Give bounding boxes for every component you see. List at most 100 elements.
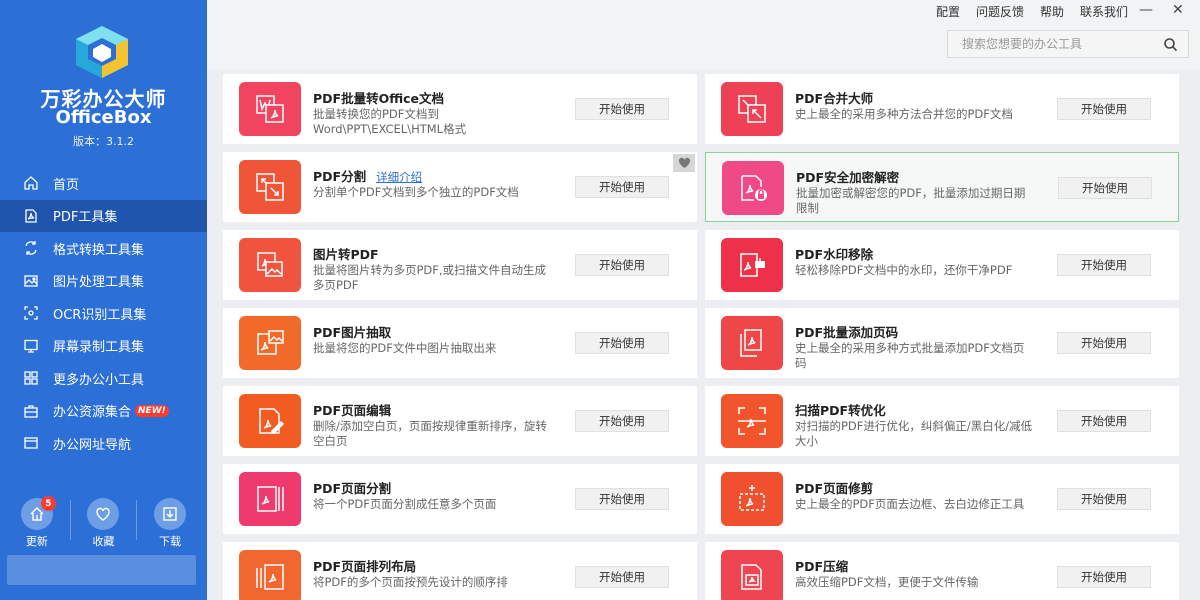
card-title: PDF图片抽取	[313, 325, 392, 340]
top-links: 配置 问题反馈 帮助 联系我们	[936, 3, 1128, 20]
favorite-heart-icon[interactable]	[673, 154, 695, 172]
sidebar-item-label: 首页	[53, 177, 80, 193]
tool-card-image-extract[interactable]: PDF图片抽取 批量将您的PDF文件中图片抽取出来 开始使用	[223, 308, 697, 378]
start-button[interactable]: 开始使用	[575, 254, 669, 276]
browser-icon	[22, 434, 40, 452]
tool-card-pdf-split[interactable]: PDF分割 详细介绍 分割单个PDF文档到多个独立的PDF文档 开始使用	[223, 152, 697, 222]
sidebar-item-screen-record[interactable]: 屏幕录制工具集	[0, 330, 207, 363]
tool-card-pdf-merge[interactable]: PDF合并大师 史上最全的采用多种方法合并您的PDF文档 开始使用	[705, 74, 1179, 144]
sidebar-item-web-nav[interactable]: 办公网址导航	[0, 427, 207, 460]
tool-card-page-edit[interactable]: PDF页面编辑 删除/添加空白页，页面按规律重新排序，旋转空白页 开始使用	[223, 386, 697, 456]
start-button[interactable]: 开始使用	[575, 332, 669, 354]
card-description: 将一个PDF页面分割成任意多个页面	[313, 497, 497, 511]
card-description: 批量加密或解密您的PDF，批量添加过期日期限制	[796, 186, 1026, 215]
favorites-button[interactable]: 收藏	[78, 498, 128, 549]
start-button[interactable]: 开始使用	[575, 410, 669, 432]
tool-label: 收藏	[92, 535, 115, 548]
card-description: 史上最全的采用多种方式批量添加PDF文档页码	[795, 341, 1025, 370]
download-button[interactable]: 下载	[145, 498, 195, 549]
tool-card-image-to-pdf[interactable]: 图片转PDF 批量将图片转为多页PDF,或扫描文件自动生成多页PDF 开始使用	[223, 230, 697, 300]
home-icon	[22, 174, 40, 192]
pdf-lock-icon	[722, 161, 784, 215]
tool-card-pdf-to-office[interactable]: PDF批量转Office文档 批量转换您的PDF文档到Word\PPT\EXCE…	[223, 74, 697, 144]
sidebar-item-more-tools[interactable]: 更多办公小工具	[0, 362, 207, 395]
scan-optimize-icon	[721, 394, 783, 448]
page-number-icon	[721, 316, 783, 370]
start-button[interactable]: 开始使用	[575, 98, 669, 120]
tool-card-page-number[interactable]: PDF批量添加页码 史上最全的采用多种方式批量添加PDF文档页码 开始使用	[705, 308, 1179, 378]
sidebar-nav: 首页 PDF工具集 格式转换工具集 图片处理工具集 OCR识别工具集 屏幕录制工…	[0, 167, 207, 460]
tool-card-watermark-remove[interactable]: PDF水印移除 轻松移除PDF文档中的水印，还你干净PDF 开始使用	[705, 230, 1179, 300]
sidebar-item-format-convert[interactable]: 格式转换工具集	[0, 232, 207, 265]
image-extract-icon	[239, 316, 301, 370]
search-icon[interactable]	[1163, 37, 1178, 56]
tool-card-pdf-compress[interactable]: PDF压缩 高效压缩PDF文档，更便于文件传输 开始使用	[705, 542, 1179, 600]
card-title-text: PDF分割	[313, 169, 367, 184]
monitor-icon	[22, 337, 40, 355]
tool-card-page-crop[interactable]: PDF页面修剪 史上最全的PDF页面去边框、去白边修正工具 开始使用	[705, 464, 1179, 534]
card-description: 批量将您的PDF文件中图片抽取出来	[313, 341, 497, 355]
sidebar-item-label: 办公网址导航	[53, 437, 132, 453]
image-icon	[22, 272, 40, 290]
sidebar-footer-bar[interactable]	[7, 555, 196, 585]
start-button[interactable]: 开始使用	[1057, 332, 1151, 354]
ocr-icon	[22, 304, 40, 322]
sidebar-item-label: OCR识别工具集	[53, 307, 147, 323]
start-button[interactable]: 开始使用	[1057, 254, 1151, 276]
close-button[interactable]: ✕	[1172, 2, 1184, 18]
sidebar-item-pdf-tools[interactable]: PDF工具集	[0, 199, 207, 232]
card-description: 将PDF的多个页面按预先设计的顺序排	[313, 575, 508, 589]
grid-icon	[22, 369, 40, 387]
sidebar-item-home[interactable]: 首页	[0, 167, 207, 200]
search-input[interactable]	[948, 31, 1148, 57]
start-button[interactable]: 开始使用	[575, 176, 669, 198]
new-badge: NEW!	[135, 404, 169, 417]
feedback-link[interactable]: 问题反馈	[976, 3, 1024, 20]
card-title: PDF页面分割	[313, 481, 392, 496]
sidebar-item-label: 屏幕录制工具集	[53, 340, 145, 356]
card-title: PDF分割 详细介绍	[313, 166, 422, 185]
start-button[interactable]: 开始使用	[575, 488, 669, 510]
page-layout-icon	[239, 550, 301, 600]
card-title: PDF页面编辑	[313, 403, 392, 418]
start-button[interactable]: 开始使用	[1057, 488, 1151, 510]
card-description: 删除/添加空白页，页面按规律重新排序，旋转空白页	[313, 419, 547, 448]
card-description: 分割单个PDF文档到多个独立的PDF文档	[313, 185, 519, 199]
sidebar-item-label: 图片处理工具集	[53, 275, 145, 291]
divider	[136, 500, 138, 540]
start-button[interactable]: 开始使用	[575, 566, 669, 588]
sidebar-item-label: PDF工具集	[53, 210, 118, 226]
tool-card-scan-optimize[interactable]: 扫描PDF转优化 对扫描的PDF进行优化，纠斜偏正/黑白化/减低大小 开始使用	[705, 386, 1179, 456]
help-link[interactable]: 帮助	[1040, 3, 1064, 20]
minimize-button[interactable]: —	[1139, 2, 1153, 18]
sidebar-item-ocr-tools[interactable]: OCR识别工具集	[0, 297, 207, 330]
divider	[69, 500, 71, 540]
sidebar-item-label: 办公资源集合	[53, 405, 132, 421]
contact-link[interactable]: 联系我们	[1080, 3, 1128, 20]
start-button[interactable]: 开始使用	[1057, 566, 1151, 588]
start-button[interactable]: 开始使用	[1057, 410, 1151, 432]
card-title: PDF合并大师	[795, 91, 874, 106]
start-button[interactable]: 开始使用	[1058, 177, 1152, 199]
pdf-split-icon	[239, 160, 301, 214]
start-button[interactable]: 开始使用	[1057, 98, 1151, 120]
sidebar-item-resources[interactable]: 办公资源集合 NEW!	[0, 395, 207, 428]
heart-icon	[87, 498, 120, 530]
tool-card-pdf-security[interactable]: PDF安全加密解密 批量加密或解密您的PDF，批量添加过期日期限制 开始使用	[705, 152, 1179, 222]
bottom-tools: 5 更新 收藏 下载	[0, 496, 207, 549]
card-description: 史上最全的PDF页面去边框、去白边修正工具	[795, 497, 1025, 511]
update-button[interactable]: 5 更新	[12, 496, 62, 549]
settings-link[interactable]: 配置	[936, 3, 960, 20]
search-box	[947, 30, 1189, 58]
convert-icon	[22, 239, 40, 257]
tool-card-page-layout[interactable]: PDF页面排列布局 将PDF的多个页面按预先设计的顺序排 开始使用	[223, 542, 697, 600]
toolbox-icon	[22, 402, 40, 420]
app-version: 版本：3.1.2	[73, 135, 134, 148]
sidebar: 万彩办公大师 OfficeBox 版本：3.1.2 首页 PDF工具集 格式转换…	[0, 0, 207, 600]
sidebar-item-image-tools[interactable]: 图片处理工具集	[0, 265, 207, 298]
pdf-merge-icon	[721, 82, 783, 136]
tool-card-page-split[interactable]: PDF页面分割 将一个PDF页面分割成任意多个页面 开始使用	[223, 464, 697, 534]
card-description: 史上最全的采用多种方法合并您的PDF文档	[795, 107, 1013, 121]
details-link[interactable]: 详细介绍	[376, 170, 422, 184]
card-title: PDF页面排列布局	[313, 559, 417, 574]
